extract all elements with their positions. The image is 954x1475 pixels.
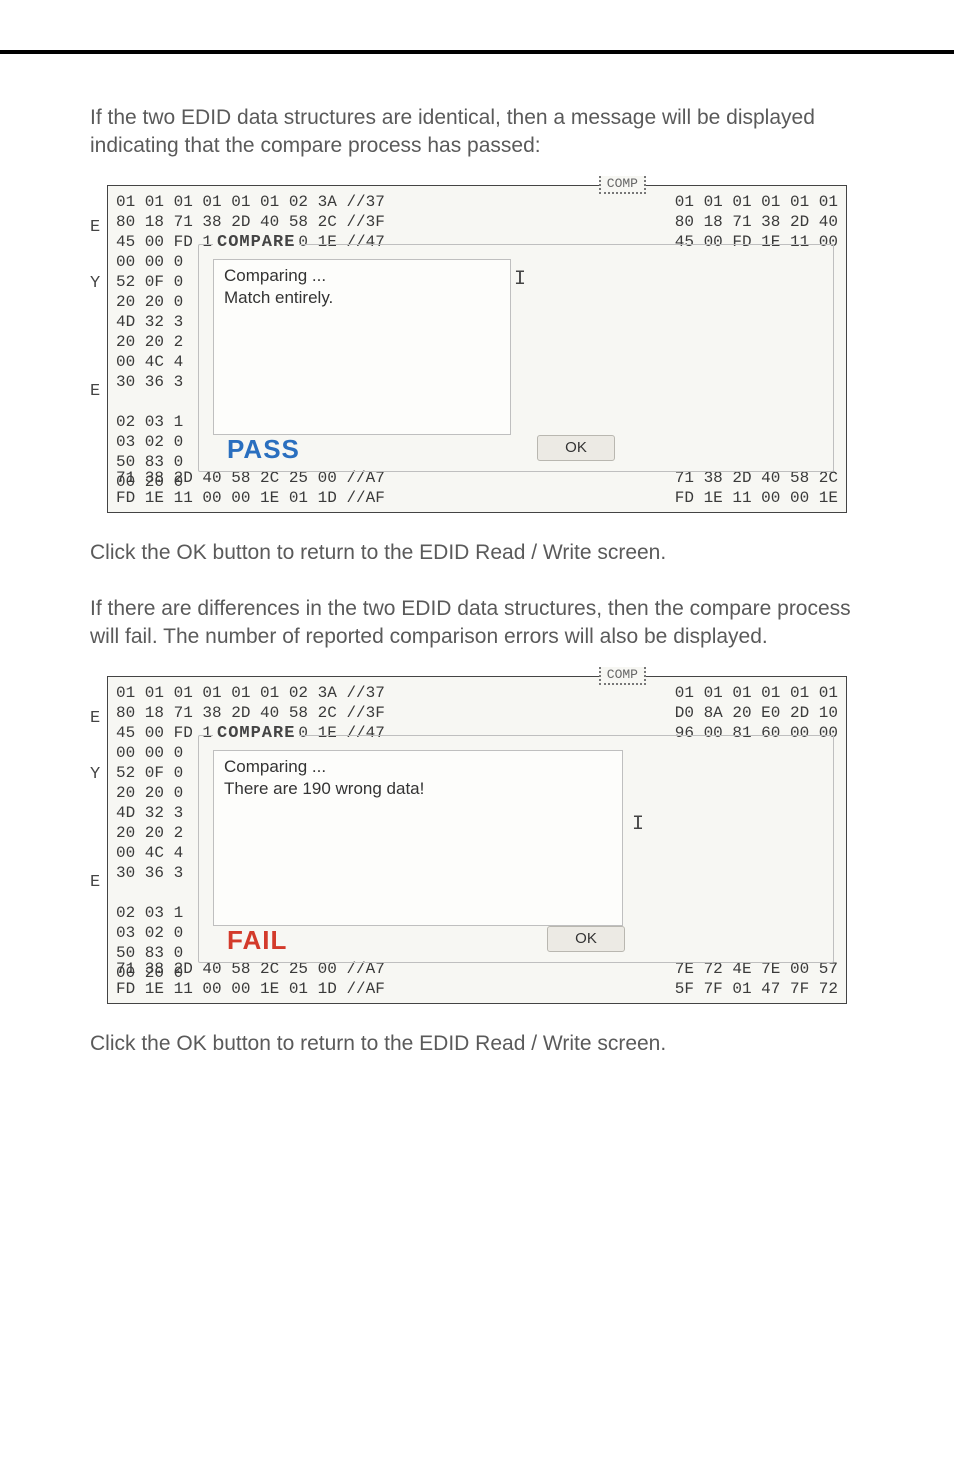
comparing-line: Comparing ... <box>224 266 500 286</box>
figure-pass-wrap: E Y E COMP 01 01 01 01 01 01 02 3A //37 … <box>0 185 954 513</box>
compare-message-box: Comparing ... Match entirely. <box>213 259 511 435</box>
figure-pass: E Y E COMP 01 01 01 01 01 01 02 3A //37 … <box>107 185 847 513</box>
compare-fieldset: COMPARE Comparing ... Match entirely. PA… <box>198 244 834 472</box>
comp-stub-label: COMP <box>599 176 646 194</box>
ok-button[interactable]: OK <box>537 435 615 461</box>
compare-legend: COMPARE <box>213 724 299 743</box>
side-tick: Y <box>90 274 100 293</box>
result-fail-label: FAIL <box>227 925 287 956</box>
hex-dump-right: 01 01 01 01 01 01 80 18 71 38 2D 40 45 0… <box>675 192 838 252</box>
after-fail-text: Click the OK button to return to the EDI… <box>0 1030 954 1058</box>
side-tick: Y <box>90 765 100 784</box>
compare-result-line: Match entirely. <box>224 288 500 308</box>
hex-dump-bottom-left: 71 38 2D 40 58 2C 25 00 //A7 FD 1E 11 00… <box>116 959 385 999</box>
hex-dump-bottom-right: 7E 72 4E 7E 00 57 5F 7F 01 47 7F 72 <box>675 959 838 999</box>
ok-button[interactable]: OK <box>547 926 625 952</box>
compare-legend: COMPARE <box>213 233 299 252</box>
intro-pass-text: If the two EDID data structures are iden… <box>0 104 954 161</box>
compare-result-line: There are 190 wrong data! <box>224 779 612 799</box>
side-tick: E <box>90 709 100 728</box>
figure-fail-wrap: E Y E COMP 01 01 01 01 01 01 02 3A //37 … <box>0 676 954 1004</box>
hex-dump-right: 01 01 01 01 01 01 D0 8A 20 E0 2D 10 96 0… <box>675 683 838 743</box>
intro-fail-text: If there are differences in the two EDID… <box>0 595 954 652</box>
compare-fieldset: COMPARE Comparing ... There are 190 wron… <box>198 735 834 963</box>
hex-dump-bottom-left: 71 38 2D 40 58 2C 25 00 //A7 FD 1E 11 00… <box>116 468 385 508</box>
comp-stub-label: COMP <box>599 667 646 685</box>
side-tick: E <box>90 218 100 237</box>
after-pass-text: Click the OK button to return to the EDI… <box>0 539 954 567</box>
top-rule <box>0 50 954 54</box>
hex-dump-bottom-right: 71 38 2D 40 58 2C FD 1E 11 00 00 1E <box>675 468 838 508</box>
compare-message-box: Comparing ... There are 190 wrong data! <box>213 750 623 926</box>
figure-fail: E Y E COMP 01 01 01 01 01 01 02 3A //37 … <box>107 676 847 1004</box>
side-tick: E <box>90 382 100 401</box>
comparing-line: Comparing ... <box>224 757 612 777</box>
result-pass-label: PASS <box>227 434 300 465</box>
side-tick: E <box>90 873 100 892</box>
